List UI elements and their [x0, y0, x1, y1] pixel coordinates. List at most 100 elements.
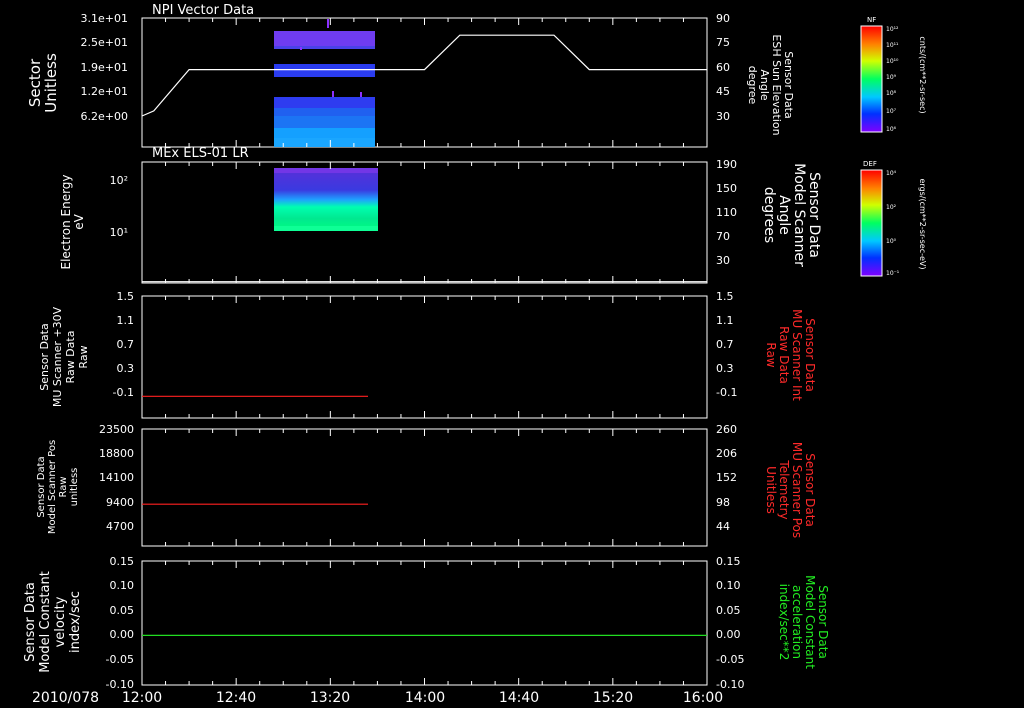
colorbar-tick: 10¹⁰ — [886, 58, 899, 65]
svg-text:Raw Data: Raw Data — [777, 326, 791, 384]
colorbar-tick: 10⁸ — [886, 90, 897, 97]
time-axis-labels: 12:00 12:40 13:20 14:00 14:40 15:20 16:0… — [122, 690, 723, 706]
panel-2-frame — [141, 161, 708, 284]
panel-5-ylabel: Sensor Data Model Constant velocity inde… — [23, 571, 83, 673]
ytick: 0.05 — [110, 604, 135, 617]
ytick: 1.1 — [117, 314, 135, 327]
ytick: 0.7 — [117, 338, 135, 351]
svg-text:MU Scanner Int: MU Scanner Int — [790, 309, 804, 401]
time-tick: 12:00 — [122, 690, 162, 706]
panel-1-ylabel: Sector Unitless — [26, 53, 60, 113]
panel-5-y2ticks: 0.15 0.10 0.05 0.00 -0.05 -0.10 — [716, 555, 744, 691]
ytick: 10¹ — [110, 226, 128, 239]
y2tick: 206 — [716, 447, 737, 460]
y2tick: 0.7 — [716, 338, 734, 351]
y2tick: 44 — [716, 520, 730, 533]
panel-2-y2label: Sensor Data Model Scanner Angle degrees — [761, 163, 822, 267]
panel-1-yticks: 3.1e+01 2.5e+01 1.9e+01 1.2e+01 6.2e+00 — [81, 12, 128, 123]
ytick: -0.1 — [113, 386, 134, 399]
y2tick: 60 — [716, 61, 730, 74]
colorbar-nf-title: NF — [867, 16, 876, 24]
y2tick: 75 — [716, 36, 730, 49]
colorbar-tick: 10⁷ — [886, 108, 897, 115]
ytick: 23500 — [99, 423, 134, 436]
ytick: 3.1e+01 — [81, 12, 128, 25]
colorbar-tick: 10² — [886, 204, 897, 211]
y2tick: 0.00 — [716, 628, 741, 641]
y2tick: 150 — [716, 182, 737, 195]
ytick: 0.3 — [117, 362, 135, 375]
panel-1-y2ticks: 90 75 60 45 30 — [716, 12, 730, 123]
panel-3-y2ticks: 1.5 1.1 0.7 0.3 -0.1 — [716, 290, 737, 399]
colorbar-nf-unit: cnts/(cm**2-sr-sec) — [918, 36, 927, 113]
ytick: 1.2e+01 — [81, 85, 128, 98]
y2tick: 260 — [716, 423, 737, 436]
colorbar-def: DEF 10⁴ 10² 10⁰ 10⁻¹ ergs/(cm**2-sr-sec-… — [860, 160, 927, 277]
y2tick: 0.10 — [716, 579, 741, 592]
panel-4-ylabel: Sensor Data Model Scanner Pos Raw unitle… — [36, 440, 80, 534]
svg-text:Sensor Data: Sensor Data — [816, 585, 830, 659]
svg-text:Raw Data: Raw Data — [64, 331, 77, 384]
panel-3-frame — [141, 295, 708, 419]
y2tick: 152 — [716, 471, 737, 484]
panel-5-y2label: Sensor Data Model Constant acceleration … — [777, 575, 830, 669]
svg-text:Sensor Data: Sensor Data — [803, 453, 817, 527]
y2tick: 98 — [716, 496, 730, 509]
y2tick: 90 — [716, 12, 730, 25]
y2tick: 1.1 — [716, 314, 734, 327]
colorbar-tick: 10¹¹ — [886, 42, 899, 49]
ytick: -0.05 — [106, 653, 134, 666]
svg-text:Sensor Data: Sensor Data — [23, 582, 38, 662]
svg-text:Raw: Raw — [58, 476, 69, 497]
panel-2-ylabel: Electron Energy eV — [59, 174, 86, 269]
svg-text:Sensor Data: Sensor Data — [36, 456, 47, 517]
colorbar-nf-gradient — [860, 25, 883, 133]
svg-text:Unitless: Unitless — [764, 466, 778, 514]
svg-text:Model Constant: Model Constant — [38, 571, 53, 673]
time-tick: 13:20 — [310, 690, 350, 706]
panel-2-yticks: 10² 10¹ — [110, 174, 128, 239]
ytick: 14100 — [99, 471, 134, 484]
ytick: 0.00 — [110, 628, 135, 641]
svg-text:Telemetry: Telemetry — [777, 459, 791, 519]
svg-text:Model Constant: Model Constant — [803, 575, 817, 669]
svg-text:Sensor Data: Sensor Data — [38, 323, 51, 390]
ytick: 18800 — [99, 447, 134, 460]
panel-3-yticks: 1.5 1.1 0.7 0.3 -0.1 — [113, 290, 134, 399]
svg-text:degrees: degrees — [761, 187, 777, 243]
ytick: 1.9e+01 — [81, 61, 128, 74]
colorbar-def-title: DEF — [863, 160, 877, 168]
svg-text:unitless: unitless — [69, 468, 80, 507]
panel-3-y2label: Sensor Data MU Scanner Int Raw Data Raw — [764, 309, 817, 401]
y2tick: 110 — [716, 206, 737, 219]
y2tick: 1.5 — [716, 290, 734, 303]
svg-text:Electron Energy: Electron Energy — [59, 174, 73, 269]
svg-text:Angle: Angle — [776, 195, 792, 235]
panel-1-title: NPI Vector Data — [152, 3, 254, 18]
colorbar-tick: 10⁻¹ — [886, 270, 900, 277]
svg-text:degree: degree — [746, 66, 759, 105]
panel-4-frame — [141, 428, 708, 547]
panel-5-yticks: 0.15 0.10 0.05 0.00 -0.05 -0.10 — [106, 555, 134, 691]
colorbar-tick: 10¹² — [886, 26, 899, 33]
colorbar-tick: 10⁶ — [886, 126, 897, 133]
svg-text:Sensor Data: Sensor Data — [806, 172, 822, 258]
svg-text:Raw: Raw — [764, 342, 778, 367]
svg-text:Model Scanner Pos: Model Scanner Pos — [47, 440, 58, 534]
svg-text:index/sec: index/sec — [68, 591, 83, 653]
npi-spectrogram — [274, 19, 375, 147]
panel-1-y2label: Sensor Data ESH Sun Elevation Angle degr… — [746, 34, 795, 135]
svg-text:MU Scanner +30V: MU Scanner +30V — [51, 306, 64, 407]
ytick: 0.15 — [110, 555, 135, 568]
panel-2-y2ticks: 190 150 110 70 30 — [716, 158, 737, 267]
els-spectrogram — [274, 168, 378, 231]
colorbar-tick: 10⁹ — [886, 74, 897, 81]
svg-text:Unitless: Unitless — [42, 53, 60, 113]
y2tick: 70 — [716, 230, 730, 243]
panel-2-title: MEx ELS-01 LR — [152, 146, 249, 161]
svg-text:acceleration: acceleration — [790, 585, 804, 659]
y2tick: 190 — [716, 158, 737, 171]
svg-text:velocity: velocity — [53, 596, 68, 647]
panel-5-frame — [141, 560, 708, 686]
y2tick: -0.1 — [716, 386, 737, 399]
